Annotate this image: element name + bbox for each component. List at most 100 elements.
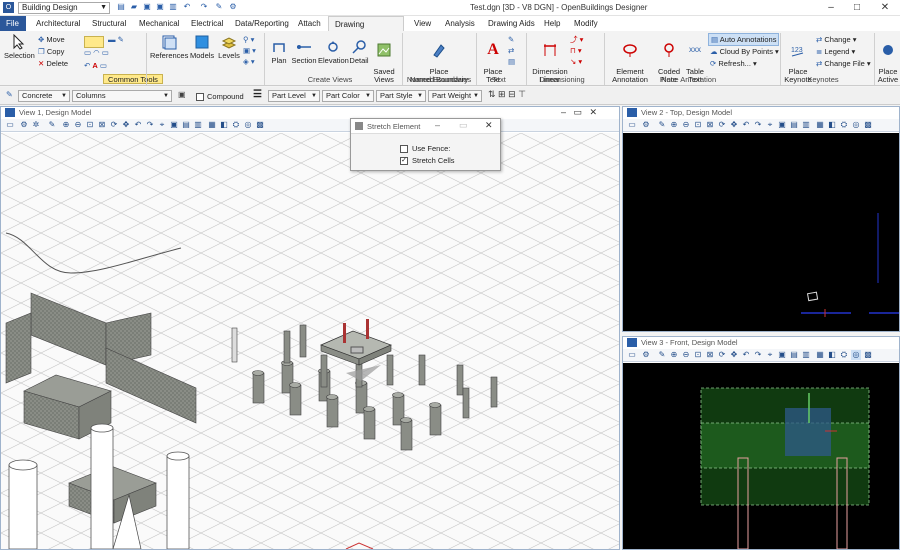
rotate-view-icon[interactable]: ⟳ — [109, 120, 119, 130]
update-view-icon[interactable]: ✎ — [657, 350, 667, 360]
render-icon[interactable]: ◧ — [827, 350, 837, 360]
tab-electrical[interactable]: Electrical — [185, 16, 229, 31]
refresh-button[interactable]: ⟳ Refresh... ▾ — [710, 58, 757, 69]
print-icon[interactable]: ▥ — [168, 2, 178, 12]
tab-structural[interactable]: Structural — [86, 16, 132, 31]
part-color-dropdown[interactable]: Part Color ▼ — [322, 90, 374, 102]
view-previous-icon[interactable]: ↶ — [133, 120, 143, 130]
maximize-button[interactable]: □ — [846, 0, 868, 16]
tab-architectural[interactable]: Architectural — [30, 16, 86, 31]
section-view-icon[interactable]: ▥ — [193, 120, 203, 130]
tab-analysis[interactable]: Analysis — [439, 16, 481, 31]
stretch-cells-checkbox[interactable]: ✓ — [400, 157, 408, 165]
window-area-icon[interactable]: ⊡ — [85, 120, 95, 130]
properties-icon[interactable]: ▣ — [178, 90, 186, 99]
clip-mask-icon[interactable]: ▤ — [789, 350, 799, 360]
part-weight-dropdown[interactable]: Part Weight ▼ — [428, 90, 482, 102]
level-tools-icon[interactable]: ⚲ ▾ ▣ ▾ ◈ ▾ — [243, 34, 256, 67]
saved-view-icon[interactable]: ▦ — [815, 120, 825, 130]
references-button[interactable]: References — [150, 34, 188, 60]
section-button[interactable]: Section — [291, 39, 317, 65]
dialog-maximize-button[interactable]: ▭ — [459, 120, 468, 131]
levels-button[interactable]: Levels — [217, 34, 241, 60]
placement-tools-icon[interactable]: ⇅ ⊞ ⊟ ⊤ — [488, 89, 526, 100]
compound-checkbox[interactable] — [196, 93, 204, 101]
pan-view-icon[interactable]: ✥ — [121, 120, 131, 130]
part-style-dropdown[interactable]: Part Style ▼ — [376, 90, 426, 102]
view-attributes-icon[interactable]: ▭ — [5, 120, 15, 130]
walk-icon[interactable]: ⛭ — [839, 120, 849, 130]
window-area-icon[interactable]: ⊡ — [693, 120, 703, 130]
tab-drawing-production[interactable]: Drawing Production — [328, 16, 404, 44]
zoom-out-icon[interactable]: ⊖ — [681, 120, 691, 130]
auto-annotations-button[interactable]: ▤ Auto Annotations — [708, 33, 780, 46]
line-tools-icon[interactable]: ▬ ✎ — [108, 34, 124, 45]
family-dropdown[interactable]: Concrete ▼ — [18, 90, 70, 102]
rotate-view-icon[interactable]: ⟳ — [717, 350, 727, 360]
dimension-tools-icon[interactable]: ⤴ ▾ ⊓ ▾ ↘ ▾ — [570, 34, 583, 67]
text-edit-tools-icon[interactable]: ✎ ⇄ ▤ — [508, 34, 515, 67]
line-weight-icon[interactable]: ☰ — [253, 89, 262, 100]
redo-icon[interactable]: ↷ — [199, 2, 209, 12]
dialog-minimize-button[interactable]: – — [435, 120, 440, 130]
saved-views-button[interactable]: Saved Views — [371, 34, 397, 84]
elevation-button[interactable]: Elevation — [318, 39, 349, 65]
part-level-dropdown[interactable]: Part Level ▼ — [268, 90, 320, 102]
copy-button[interactable]: ❐ Copy — [38, 46, 64, 57]
tab-file[interactable]: File — [0, 16, 26, 31]
dialog-titlebar[interactable]: Stretch Element – ▭ ✕ — [351, 119, 500, 134]
text-tools-icon[interactable]: ↶ A ▭ — [84, 60, 107, 71]
section-view-icon[interactable]: ▥ — [801, 350, 811, 360]
walk-icon[interactable]: ⛭ — [839, 350, 849, 360]
fit-view-icon[interactable]: ⊠ — [705, 350, 715, 360]
clip-volume-icon[interactable]: ▣ — [777, 120, 787, 130]
open-folder-icon[interactable]: ▰ — [129, 2, 139, 12]
element-annotation-button[interactable]: Element Annotation — [607, 34, 653, 84]
view-2-canvas[interactable] — [623, 133, 899, 331]
delete-button[interactable]: ✕ Delete — [38, 58, 68, 69]
display-style-icon[interactable]: ⚙ — [19, 120, 29, 130]
place-active-button[interactable]: Place Active — [876, 34, 900, 84]
use-fence-checkbox[interactable] — [400, 145, 408, 153]
saved-view-icon[interactable]: ▦ — [815, 350, 825, 360]
zoom-in-icon[interactable]: ⊕ — [669, 120, 679, 130]
models-button[interactable]: Models — [190, 34, 214, 60]
fit-view-icon[interactable]: ⊠ — [97, 120, 107, 130]
display-settings-icon[interactable]: ▩ — [863, 350, 873, 360]
view-attributes-icon[interactable]: ▭ — [627, 120, 637, 130]
window-area-icon[interactable]: ⊡ — [693, 350, 703, 360]
view-attributes-icon[interactable]: ▭ — [627, 350, 637, 360]
new-file-icon[interactable]: ▤ — [116, 2, 126, 12]
zoom-out-icon[interactable]: ⊖ — [681, 350, 691, 360]
selection-button[interactable]: Selection — [4, 34, 35, 60]
camera-icon[interactable]: ⌖ — [765, 350, 775, 360]
fit-view-icon[interactable]: ⊠ — [705, 120, 715, 130]
view-next-icon[interactable]: ↷ — [145, 120, 155, 130]
tab-mechanical[interactable]: Mechanical — [133, 16, 185, 31]
render-icon[interactable]: ◧ — [219, 120, 229, 130]
pin-icon[interactable]: ✎ — [214, 2, 224, 12]
display-settings-icon[interactable]: ▩ — [863, 120, 873, 130]
view-previous-icon[interactable]: ↶ — [741, 120, 751, 130]
settings-icon[interactable]: ⚙ — [228, 2, 238, 12]
tab-help[interactable]: Help — [538, 16, 566, 31]
section-view-icon[interactable]: ▥ — [801, 120, 811, 130]
minimize-button[interactable]: – — [820, 0, 842, 16]
rotate-3d-icon[interactable]: ◎ — [851, 120, 861, 130]
detail-button[interactable]: Detail — [349, 39, 369, 65]
view-1-canvas[interactable] — [1, 133, 619, 549]
update-view-icon[interactable]: ✎ — [47, 120, 57, 130]
clip-volume-icon[interactable]: ▣ — [169, 120, 179, 130]
zoom-out-icon[interactable]: ⊖ — [73, 120, 83, 130]
shape-tools-icon[interactable]: ▭ ◠ ▭ — [84, 47, 109, 58]
zoom-in-icon[interactable]: ⊕ — [669, 350, 679, 360]
tab-data-reporting[interactable]: Data/Reporting — [229, 16, 295, 31]
pencil-icon[interactable]: ✎ — [6, 90, 13, 99]
view-next-icon[interactable]: ↷ — [753, 350, 763, 360]
display-settings-icon[interactable]: ▩ — [255, 120, 265, 130]
gear-icon[interactable]: ⚙ — [641, 120, 651, 130]
plan-button[interactable]: Plan — [268, 39, 290, 65]
clip-volume-icon[interactable]: ▣ — [777, 350, 787, 360]
tab-drawing-aids[interactable]: Drawing Aids — [482, 16, 541, 31]
change-button[interactable]: ⇄ Change ▾ — [816, 34, 857, 45]
